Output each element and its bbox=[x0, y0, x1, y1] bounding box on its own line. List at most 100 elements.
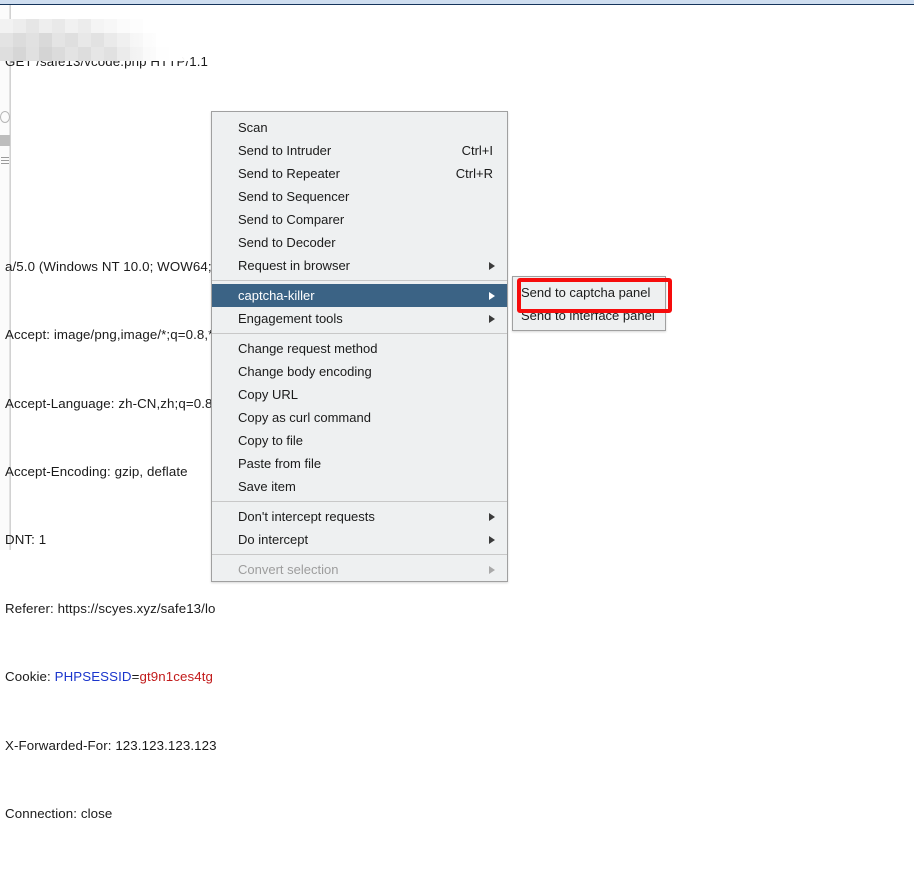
mosaic-cell bbox=[65, 19, 78, 33]
mosaic-cell bbox=[0, 33, 13, 47]
menu-item-label: Save item bbox=[238, 479, 296, 494]
mosaic-cell bbox=[78, 19, 91, 33]
submenu-item-send-to-interface-panel[interactable]: Send to interface panel bbox=[513, 304, 665, 327]
mosaic-cell bbox=[26, 47, 39, 61]
menu-item-paste-from-file[interactable]: Paste from file bbox=[212, 452, 507, 475]
submenu-item-label: Send to captcha panel bbox=[521, 285, 651, 300]
menu-item-send-to-comparer[interactable]: Send to Comparer bbox=[212, 208, 507, 231]
menu-item-request-in-browser[interactable]: Request in browser bbox=[212, 254, 507, 277]
mosaic-row bbox=[0, 47, 182, 61]
mosaic-cell bbox=[0, 19, 13, 33]
menu-item-label: Send to Intruder bbox=[238, 143, 332, 158]
chevron-right-icon bbox=[489, 314, 495, 323]
menu-item-copy-to-file[interactable]: Copy to file bbox=[212, 429, 507, 452]
menu-separator bbox=[212, 554, 507, 555]
menu-item-scan[interactable]: Scan bbox=[212, 116, 507, 139]
menu-item-shortcut: Ctrl+I bbox=[461, 143, 493, 158]
mosaic-cell bbox=[65, 33, 78, 47]
menu-item-label: Request in browser bbox=[238, 258, 350, 273]
mosaic-cell bbox=[0, 47, 13, 61]
menu-item-engagement-tools[interactable]: Engagement tools bbox=[212, 307, 507, 330]
mosaic-cell bbox=[117, 19, 130, 33]
captcha-killer-submenu[interactable]: Send to captcha panel Send to interface p… bbox=[512, 276, 666, 331]
mosaic-cell bbox=[169, 33, 182, 47]
menu-item-label: Paste from file bbox=[238, 456, 322, 471]
mosaic-cell bbox=[91, 19, 104, 33]
menu-item-label: captcha-killer bbox=[238, 288, 315, 303]
menu-item-label: Don't intercept requests bbox=[238, 509, 375, 524]
request-line-cookie: Cookie: PHPSESSID=gt9n1ces4tg bbox=[5, 666, 705, 689]
menu-item-save-item[interactable]: Save item bbox=[212, 475, 507, 498]
mosaic-cell bbox=[143, 19, 156, 33]
mosaic-cell bbox=[130, 33, 143, 47]
mosaic-cell bbox=[13, 19, 26, 33]
mosaic-cell bbox=[52, 33, 65, 47]
menu-item-send-to-sequencer[interactable]: Send to Sequencer bbox=[212, 185, 507, 208]
menu-item-label: Copy URL bbox=[238, 387, 298, 402]
menu-item-send-to-decoder[interactable]: Send to Decoder bbox=[212, 231, 507, 254]
mosaic-cell bbox=[143, 47, 156, 61]
context-menu[interactable]: Scan Send to Intruder Ctrl+I Send to Repeat… bbox=[211, 111, 508, 582]
menu-item-do-intercept[interactable]: Do intercept bbox=[212, 528, 507, 551]
mosaic-cell bbox=[104, 33, 117, 47]
menu-item-send-to-repeater[interactable]: Send to Repeater Ctrl+R bbox=[212, 162, 507, 185]
mosaic-cell bbox=[117, 33, 130, 47]
menu-item-label: Send to Sequencer bbox=[238, 189, 350, 204]
menu-item-label: Copy to file bbox=[238, 433, 304, 448]
menu-item-label: Do intercept bbox=[238, 532, 309, 547]
menu-item-label: Scan bbox=[238, 120, 268, 135]
mosaic-cell bbox=[156, 33, 169, 47]
menu-item-change-body-encoding[interactable]: Change body encoding bbox=[212, 360, 507, 383]
menu-item-copy-as-curl-command[interactable]: Copy as curl command bbox=[212, 406, 507, 429]
mosaic-cell bbox=[91, 33, 104, 47]
menu-item-convert-selection: Convert selection bbox=[212, 558, 507, 581]
menu-item-copy-url[interactable]: Copy URL bbox=[212, 383, 507, 406]
cookie-prefix: Cookie: bbox=[5, 669, 55, 685]
chevron-right-icon bbox=[489, 512, 495, 521]
cookie-name: PHPSESSID bbox=[54, 669, 132, 685]
menu-separator bbox=[212, 501, 507, 502]
mosaic-cell bbox=[130, 47, 143, 61]
chevron-right-icon bbox=[489, 291, 495, 300]
menu-separator bbox=[212, 280, 507, 281]
menu-item-label: Copy as curl command bbox=[238, 410, 371, 425]
menu-item-change-request-method[interactable]: Change request method bbox=[212, 337, 507, 360]
mosaic-cell bbox=[78, 33, 91, 47]
menu-item-label: Convert selection bbox=[238, 562, 339, 577]
request-line-referer: Referer: https://scyes.xyz/safe13/lo bbox=[5, 600, 216, 616]
menu-item-send-to-intruder[interactable]: Send to Intruder Ctrl+I bbox=[212, 139, 507, 162]
menu-item-shortcut: Ctrl+R bbox=[455, 166, 493, 181]
mosaic-cell bbox=[26, 19, 39, 33]
mosaic-cell bbox=[39, 47, 52, 61]
mosaic-cell bbox=[104, 47, 117, 61]
mosaic-cell bbox=[104, 19, 117, 33]
mosaic-cell bbox=[52, 47, 65, 61]
menu-item-label: Send to Repeater bbox=[238, 166, 340, 181]
mosaic-cell bbox=[156, 19, 169, 33]
menu-item-label: Send to Comparer bbox=[238, 212, 345, 227]
cookie-value: gt9n1ces4tg bbox=[139, 669, 214, 685]
mosaic-cell bbox=[169, 19, 182, 33]
cookie-equals: = bbox=[131, 669, 140, 685]
request-line-x-forwarded-for: X-Forwarded-For: 123.123.123.123 bbox=[5, 737, 217, 753]
mosaic-cell bbox=[13, 33, 26, 47]
mosaic-cell bbox=[13, 47, 26, 61]
mosaic-cell bbox=[65, 47, 78, 61]
menu-item-captcha-killer[interactable]: captcha-killer bbox=[212, 284, 507, 307]
menu-item-don-t-intercept-requests[interactable]: Don't intercept requests bbox=[212, 505, 507, 528]
http-request-editor[interactable]: GET /safe13/vcode.php HTTP/1.1 a/5.0 (Wi… bbox=[0, 5, 914, 821]
menu-item-label: Engagement tools bbox=[238, 311, 343, 326]
mosaic-cell bbox=[52, 19, 65, 33]
mosaic-cell bbox=[39, 19, 52, 33]
submenu-item-send-to-captcha-panel[interactable]: Send to captcha panel bbox=[513, 281, 665, 304]
mosaic-cell bbox=[26, 33, 39, 47]
submenu-item-label: Send to interface panel bbox=[521, 308, 655, 323]
menu-separator bbox=[212, 333, 507, 334]
chevron-right-icon bbox=[489, 261, 495, 270]
redaction-mosaic bbox=[0, 19, 182, 61]
mosaic-row bbox=[0, 19, 182, 33]
chevron-right-icon bbox=[489, 565, 495, 574]
mosaic-cell bbox=[117, 47, 130, 61]
mosaic-cell bbox=[143, 33, 156, 47]
chevron-right-icon bbox=[489, 535, 495, 544]
